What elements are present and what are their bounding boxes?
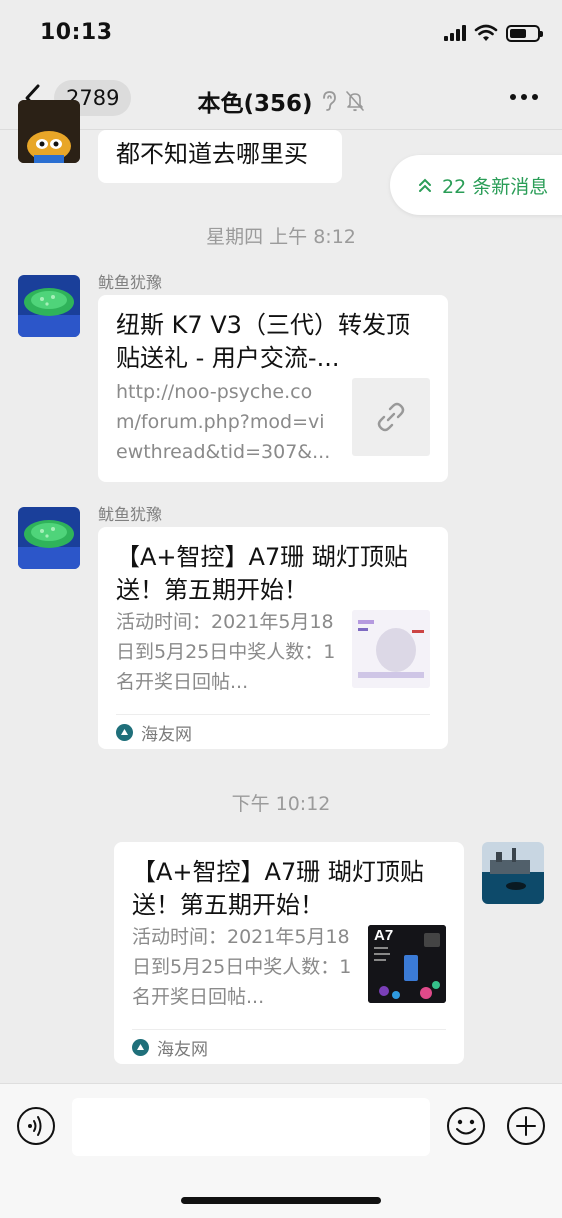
card-title: 纽斯 K7 V3（三代）转发顶贴送礼 - 用户交流-... — [116, 311, 410, 372]
chat-title-text: 本色(356) — [197, 91, 313, 117]
plus-icon[interactable] — [506, 1106, 546, 1146]
card-source: 海友网 — [116, 714, 430, 749]
article-card[interactable]: 【A+智控】A7珊 瑚灯顶贴送！第五期开始！ 活动时间：2021年5月18日到5… — [114, 842, 464, 1064]
site-logo-icon — [116, 723, 133, 741]
sender-name: 鱿鱼犹豫 — [98, 273, 163, 292]
thumbnail-label: A7 — [374, 927, 394, 944]
card-source-name: 海友网 — [157, 1039, 208, 1060]
card-description: 活动时间：2021年5月18日到5月25日中奖人数：1名开奖日回帖... — [116, 611, 336, 693]
article-thumbnail: A7 — [368, 925, 446, 1003]
timestamp: 星期四 上午 8:12 — [206, 226, 356, 248]
avatar[interactable] — [18, 275, 80, 337]
status-icons — [444, 24, 543, 42]
avatar[interactable] — [18, 507, 80, 569]
message-bubble[interactable]: 都不知道去哪里买 — [98, 130, 342, 183]
link-card[interactable]: 纽斯 K7 V3（三代）转发顶贴送礼 - 用户交流-... http://noo… — [98, 295, 448, 482]
chat-header: 2789 本色(356) — [0, 68, 562, 130]
status-bar: 10:13 — [0, 0, 562, 68]
card-source-name: 海友网 — [141, 724, 192, 745]
card-title: 【A+智控】A7珊 瑚灯顶贴送！第五期开始！ — [132, 858, 424, 919]
voice-icon[interactable] — [16, 1106, 56, 1146]
card-title: 【A+智控】A7珊 瑚灯顶贴送！第五期开始！ — [116, 543, 408, 604]
double-chevron-up-icon — [419, 178, 431, 192]
chat-title: 本色(356) — [0, 84, 562, 118]
sender-name: 鱿鱼犹豫 — [98, 505, 163, 524]
avatar[interactable] — [18, 100, 80, 163]
signal-icon — [444, 25, 466, 41]
new-messages-button[interactable]: 22 条新消息 — [390, 155, 562, 215]
home-indicator — [181, 1197, 381, 1204]
message-input[interactable] — [72, 1098, 430, 1156]
new-messages-label: 22 条新消息 — [442, 175, 549, 198]
link-thumbnail — [352, 378, 430, 456]
card-description: 活动时间：2021年5月18日到5月25日中奖人数：1名开奖日回帖... — [132, 926, 352, 1008]
wifi-icon — [474, 24, 498, 41]
card-description: http://noo-psyche.com/forum.php?mod=view… — [116, 381, 331, 463]
mute-bell-icon — [345, 91, 364, 112]
article-card[interactable]: 【A+智控】A7珊 瑚灯顶贴送！第五期开始！ 活动时间：2021年5月18日到5… — [98, 527, 448, 749]
site-logo-icon — [132, 1038, 149, 1056]
ear-icon — [322, 91, 336, 111]
battery-icon — [506, 24, 543, 42]
article-thumbnail — [352, 610, 430, 688]
emoji-icon[interactable] — [446, 1106, 486, 1146]
my-avatar[interactable] — [482, 842, 544, 904]
more-icon[interactable] — [510, 94, 538, 100]
timestamp: 下午 10:12 — [231, 793, 331, 815]
status-time: 10:13 — [40, 20, 113, 45]
message-text: 都不知道去哪里买 — [116, 140, 308, 168]
card-source: 海友网 — [132, 1029, 446, 1064]
link-icon — [377, 402, 405, 432]
